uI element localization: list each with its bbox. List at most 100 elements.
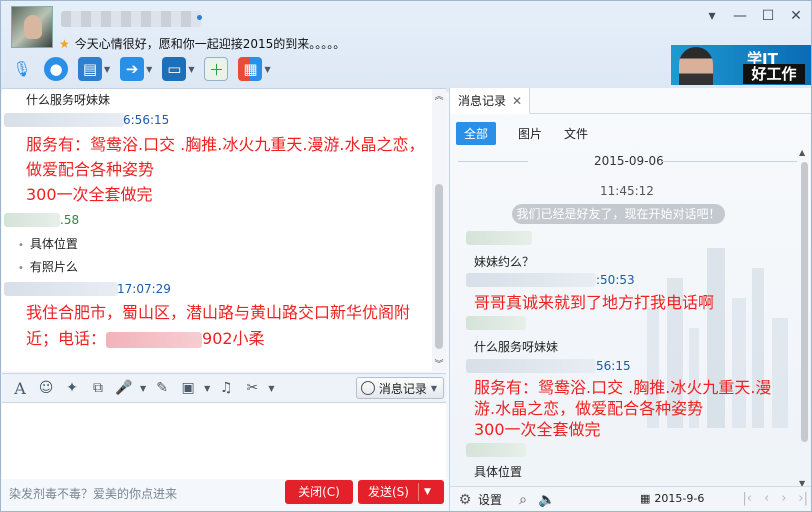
edit-icon[interactable]: ✎ [152,378,172,398]
history-panel: 消息记录 ✕ 全部 图片 文件 2015-09-06 11:45:12 我们已经… [449,88,811,511]
speaker-icon[interactable]: 🔈 [538,491,556,509]
send-button[interactable]: 发送(S) ▼ [358,480,444,504]
sender-name-blurred [466,231,532,245]
history-date: 2015-09-06 [594,154,664,168]
contact-avatar[interactable] [11,6,53,48]
footer-ad-link[interactable]: 染发剂毒不毒？爱美的你点进来 [9,485,177,502]
chevron-down-icon[interactable]: ▼ [104,65,110,74]
chevron-down-icon: ▼ [430,383,437,393]
screen-share-button[interactable]: ▭ ▼ [159,55,197,83]
contact-name-blurred [61,11,201,27]
system-notice: 我们已经是好友了，现在开始对话吧！ [512,204,725,224]
apps-button[interactable]: ▦ ▼ [235,55,273,83]
message-time: 17:07:29 [117,282,171,296]
message-history-label: 消息记录 [378,381,427,396]
window-controls: ▾ — ☐ ✕ [703,7,805,25]
message-time: :50:53 [596,273,635,287]
prev-page-icon[interactable]: ‹ [764,491,769,506]
clock-icon [360,381,375,395]
message-text: 我住合肥市，蜀山区，潜山路与黄山路交口新华优阁附 [26,303,411,322]
chevron-down-icon[interactable]: ▼ [268,384,274,393]
chat-line-item: 有照片么 [18,258,78,275]
close-button[interactable]: 关闭(C) [285,480,353,504]
scrollbar-thumb[interactable] [801,162,808,442]
gear-icon: ⚙ [458,491,472,508]
contact-mood: ★ 今天心情很好，愿和你一起迎接2015的到来。。。。。 [59,37,346,51]
scroll-down-icon[interactable]: ︾ [432,357,446,370]
voice-message-icon[interactable]: 🎤 [114,378,134,398]
filter-all[interactable]: 全部 [456,122,497,145]
last-page-icon[interactable]: ›| [798,491,808,506]
music-icon[interactable]: ♫ [216,378,236,398]
sender-name-blurred [4,113,124,127]
input-toolbar: A ☺ ✦ ⧉ 🎤 ▼ ✎ ▣ ▼ ♫ ✂ ▼ 消息记录 ▼ [2,373,446,403]
date-picker[interactable]: ▦ 2015-9-6 [640,492,704,505]
scroll-up-icon[interactable]: ▲ [799,148,805,157]
close-window-button[interactable]: ✕ [787,7,805,25]
online-status-dot [197,15,202,20]
filter-images[interactable]: 图片 [518,125,542,142]
calendar-icon: ▦ [640,492,651,505]
chat-line-service: 什么服务呀妹妹 [26,93,111,107]
image-icon[interactable]: ▣ [178,378,198,398]
scrollbar-thumb[interactable] [435,184,443,349]
video-call-button[interactable]: ● [41,55,71,83]
microphone-icon: 🎙 [12,60,32,78]
scroll-up-icon[interactable]: ︽ [432,89,446,102]
emoji-icon[interactable]: ☺ [36,378,56,398]
message-text: 做爱配合各种姿势 [26,160,155,179]
send-options-chevron-icon[interactable]: ▼ [424,480,431,504]
chat-scrollbar[interactable]: ︽ ︾ [432,89,446,371]
ad-text-line2: 好工作 [743,64,805,84]
tab-message-history[interactable]: 消息记录 ✕ [450,88,530,114]
message-history-button[interactable]: 消息记录 ▼ [355,377,444,399]
date-picker-value: 2015-9-6 [654,492,705,505]
message-text: 服务有：鸳鸯浴.口交 .胸推.冰火九重天.漫游.水晶之恋， [26,135,425,154]
message-time: 56:15 [596,359,631,373]
phone-number-blurred [106,331,203,348]
dropdown-menu-icon[interactable]: ▾ [703,7,721,25]
scissors-icon[interactable]: ✂ [242,378,262,398]
chevron-down-icon[interactable]: ▼ [188,65,194,74]
maximize-button[interactable]: ☐ [759,7,777,25]
chevron-down-icon[interactable]: ▼ [264,65,270,74]
sender-name-blurred [466,443,526,457]
minimize-button[interactable]: — [731,7,749,25]
history-message: 游.水晶之恋，做爱配合各种姿势 [474,399,704,418]
screen-share-icon: ▭ [162,57,187,81]
send-file-button[interactable]: ➔ ▼ [117,55,155,83]
history-filters: 全部 图片 文件 [456,122,588,145]
camera-icon: ● [44,57,68,81]
font-icon[interactable]: A [10,378,30,398]
filter-files[interactable]: 文件 [564,125,588,142]
history-footer: ⚙ 设置 ⌕ 🔈 ▦ 2015-9-6 |‹ ‹ › ›| [450,486,811,511]
screenshot-icon[interactable]: ⧉ [88,378,108,398]
next-page-icon[interactable]: › [781,491,786,506]
first-page-icon[interactable]: |‹ [742,491,752,506]
settings-button[interactable]: ⚙ 设置 [456,491,502,509]
message-input[interactable] [2,403,446,479]
sender-name-blurred [4,213,60,227]
date-divider [662,161,797,162]
sender-name-blurred [4,282,118,296]
message-text: 300一次全套做完 [26,185,153,204]
chat-message-area[interactable]: 什么服务呀妹妹 6:56:15 服务有：鸳鸯浴.口交 .胸推.冰火九重天.漫游.… [2,88,446,371]
tab-label: 消息记录 [458,94,507,108]
create-group-button[interactable]: ＋ [201,55,231,83]
ad-banner[interactable]: 学IT 好工作 [671,45,811,85]
send-button-label: 发送(S) [368,485,409,499]
chevron-down-icon[interactable]: ▼ [146,65,152,74]
sender-name-blurred [466,316,526,330]
history-message: 具体位置 [474,465,523,479]
chevron-down-icon[interactable]: ▼ [140,384,146,393]
close-tab-icon[interactable]: ✕ [512,94,522,108]
date-divider [458,161,528,162]
voice-call-button[interactable]: 🎙 [7,55,37,83]
search-icon[interactable]: ⌕ [514,491,532,509]
history-scrollbar[interactable]: ▲ ▼ [799,148,809,488]
remote-assist-button[interactable]: ▤ ▼ [75,55,113,83]
message-time: 6:56:15 [123,113,170,127]
send-button-divider [418,483,419,501]
chevron-down-icon[interactable]: ▼ [204,384,210,393]
magic-wand-icon[interactable]: ✦ [62,378,82,398]
